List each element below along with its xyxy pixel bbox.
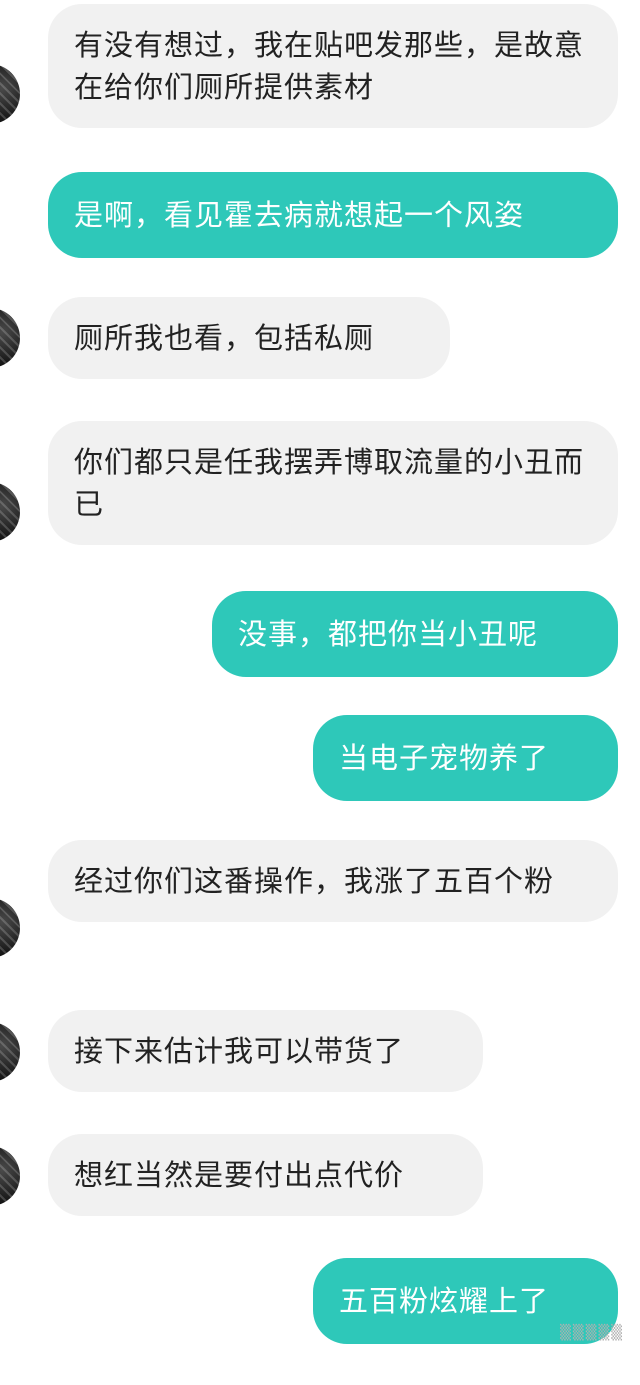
sender-avatar[interactable] [0, 898, 20, 958]
watermark: ▒▒▒▒▒ [560, 1325, 624, 1341]
message-bubble-incoming[interactable]: 想红当然是要付出点代价 [48, 1134, 483, 1216]
chat-window: 有没有想过，我在贴吧发那些，是故意在给你们厕所提供素材 是啊，看见霍去病就想起一… [0, 0, 640, 1385]
message-bubble-incoming[interactable]: 接下来估计我可以带货了 [48, 1010, 483, 1092]
message-bubble-outgoing[interactable]: 当电子宠物养了 [313, 715, 618, 801]
message-bubble-incoming[interactable]: 厕所我也看，包括私厕 [48, 297, 450, 379]
message-bubble-incoming[interactable]: 经过你们这番操作，我涨了五百个粉 [48, 840, 618, 922]
sender-avatar[interactable] [0, 482, 20, 542]
message-bubble-outgoing[interactable]: 没事，都把你当小丑呢 [212, 591, 618, 677]
message-bubble-outgoing[interactable]: 是啊，看见霍去病就想起一个风姿 [48, 172, 618, 258]
sender-avatar[interactable] [0, 64, 20, 124]
sender-avatar[interactable] [0, 308, 20, 368]
sender-avatar[interactable] [0, 1022, 20, 1082]
sender-avatar[interactable] [0, 1146, 20, 1206]
message-bubble-incoming[interactable]: 你们都只是任我摆弄博取流量的小丑而已 [48, 421, 618, 545]
message-bubble-incoming[interactable]: 有没有想过，我在贴吧发那些，是故意在给你们厕所提供素材 [48, 4, 618, 128]
